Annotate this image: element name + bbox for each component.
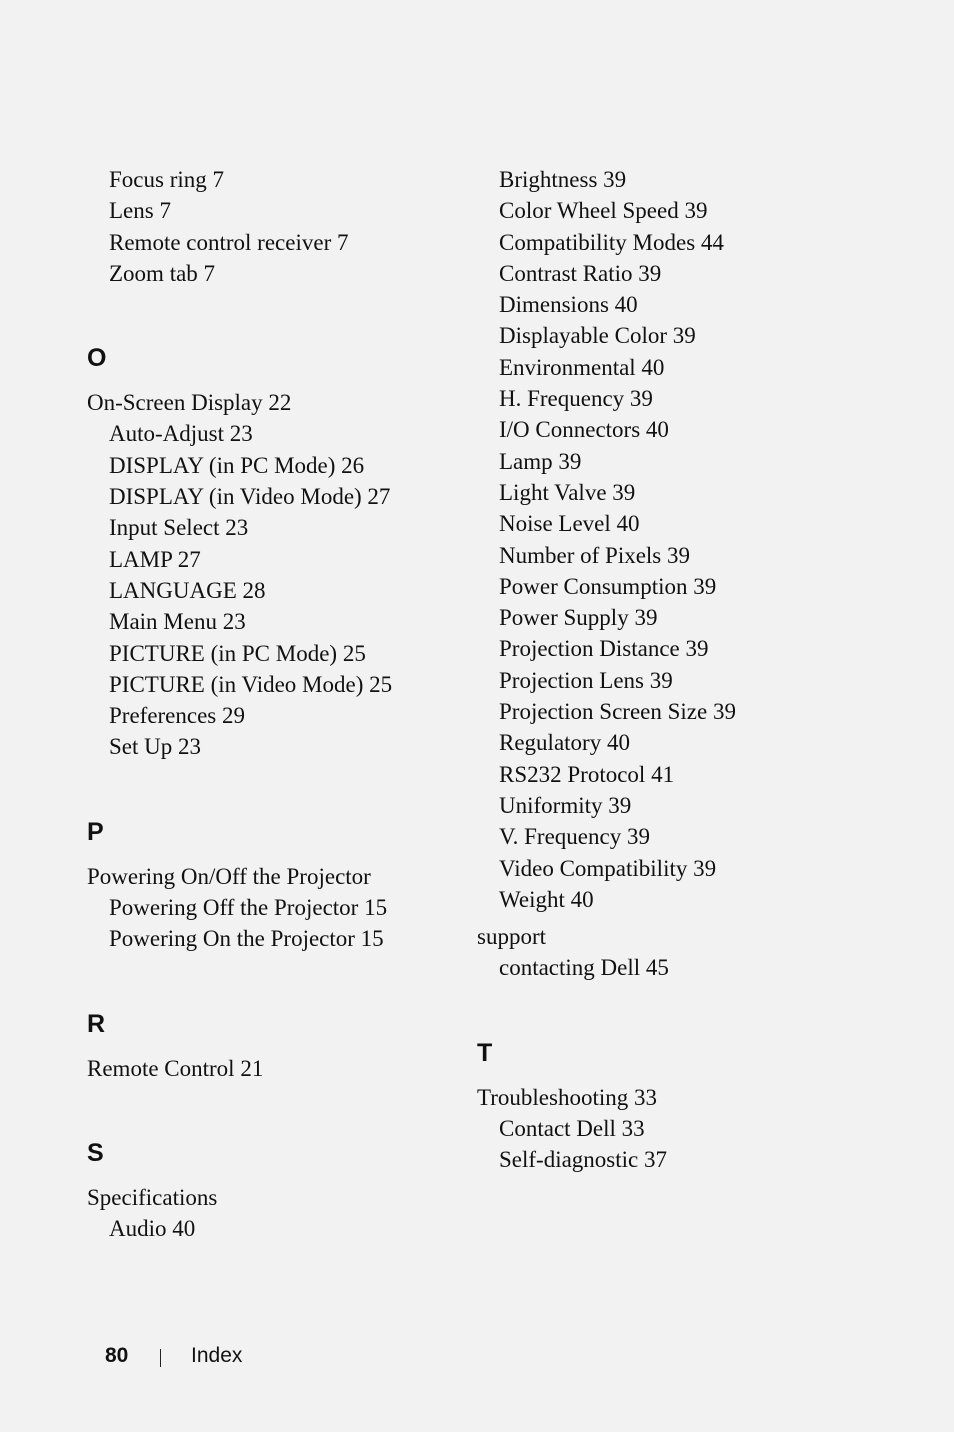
index-subentry: Projection Screen Size 39	[499, 699, 736, 725]
index-subentry: DISPLAY (in Video Mode) 27	[109, 484, 391, 510]
index-subentry: Audio 40	[109, 1216, 196, 1242]
index-subentry: Self-diagnostic 37	[499, 1147, 667, 1173]
index-subentry: Remote control receiver 7	[109, 229, 349, 255]
index-subentry: Uniformity 39	[499, 792, 632, 818]
index-subentry: Compatibility Modes 44	[499, 229, 724, 255]
footer-separator	[160, 1349, 161, 1367]
index-subentry: Input Select 23	[109, 515, 249, 541]
index-subentry: Projection Lens 39	[499, 667, 673, 693]
index-subentry: Powering On the Projector 15	[109, 926, 384, 952]
page-number: 80	[105, 1344, 129, 1367]
index-subentry: Focus ring 7	[109, 167, 224, 192]
index-letter-heading: P	[87, 817, 104, 846]
index-entry: On-Screen Display 22	[87, 390, 292, 416]
index-subentry: Power Supply 39	[499, 605, 658, 631]
index-subentry: Weight 40	[499, 886, 594, 912]
index-subentry: Projection Distance 39	[499, 636, 709, 662]
index-subentry: LANGUAGE 28	[109, 577, 266, 603]
index-entry: support	[477, 924, 546, 950]
index-subentry: Auto-Adjust 23	[109, 421, 253, 447]
index-subentry: Lens 7	[109, 198, 171, 224]
index-entry: Troubleshooting 33	[477, 1084, 657, 1110]
index-entry: Remote Control 21	[87, 1055, 264, 1081]
index-subentry: Displayable Color 39	[499, 323, 696, 349]
index-subentry: RS232 Protocol 41	[499, 761, 675, 787]
index-subentry: I/O Connectors 40	[499, 417, 669, 443]
index-subentry: H. Frequency 39	[499, 386, 653, 412]
index-letter-heading: S	[87, 1138, 104, 1167]
index-subentry: Preferences 29	[109, 703, 246, 729]
page-footer: 80 Index	[105, 1344, 242, 1368]
index-subentry: Dimensions 40	[499, 292, 638, 318]
index-subentry: contacting Dell 45	[499, 955, 669, 981]
index-subentry: Regulatory 40	[499, 730, 630, 756]
section-name: Index	[191, 1344, 243, 1367]
index-entry: Powering On/Off the Projector	[87, 863, 371, 889]
index-letter-heading: R	[87, 1009, 106, 1038]
index-subentry: V. Frequency 39	[499, 824, 650, 850]
index-subentry: Number of Pixels 39	[499, 542, 691, 568]
index-subentry: Video Compatibility 39	[499, 855, 717, 881]
index-subentry: PICTURE (in Video Mode) 25	[109, 671, 393, 697]
index-subentry: Noise Level 40	[499, 511, 640, 537]
index-column-right: Brightness 39 Color Wheel Speed 39 Compati…	[477, 164, 897, 1176]
index-subentry: Zoom tab 7	[109, 260, 216, 286]
index-subentry: PICTURE (in PC Mode) 25	[109, 640, 366, 666]
index-subentry: Contrast Ratio 39	[499, 260, 662, 286]
index-subentry: Brightness 39	[499, 167, 627, 192]
index-subentry: DISPLAY (in PC Mode) 26	[109, 452, 365, 478]
index-subentry: Power Consumption 39	[499, 573, 717, 599]
index-subentry: Color Wheel Speed 39	[499, 198, 708, 224]
index-subentry: Light Valve 39	[499, 479, 636, 505]
index-entry: Specifications	[87, 1184, 218, 1210]
index-subentry: Powering Off the Projector 15	[109, 895, 388, 921]
index-subentry: Lamp 39	[499, 448, 582, 474]
index-subentry: LAMP 27	[109, 546, 201, 572]
index-subentry: Main Menu 23	[109, 609, 246, 635]
index-subentry: Contact Dell 33	[499, 1116, 645, 1142]
index-column-left: Focus ring 7 Lens 7 Remote control receive…	[87, 164, 457, 1245]
index-letter-heading: O	[87, 344, 107, 373]
index-letter-heading: T	[477, 1038, 493, 1067]
index-subentry: Environmental 40	[499, 354, 665, 380]
index-subentry: Set Up 23	[109, 734, 201, 760]
